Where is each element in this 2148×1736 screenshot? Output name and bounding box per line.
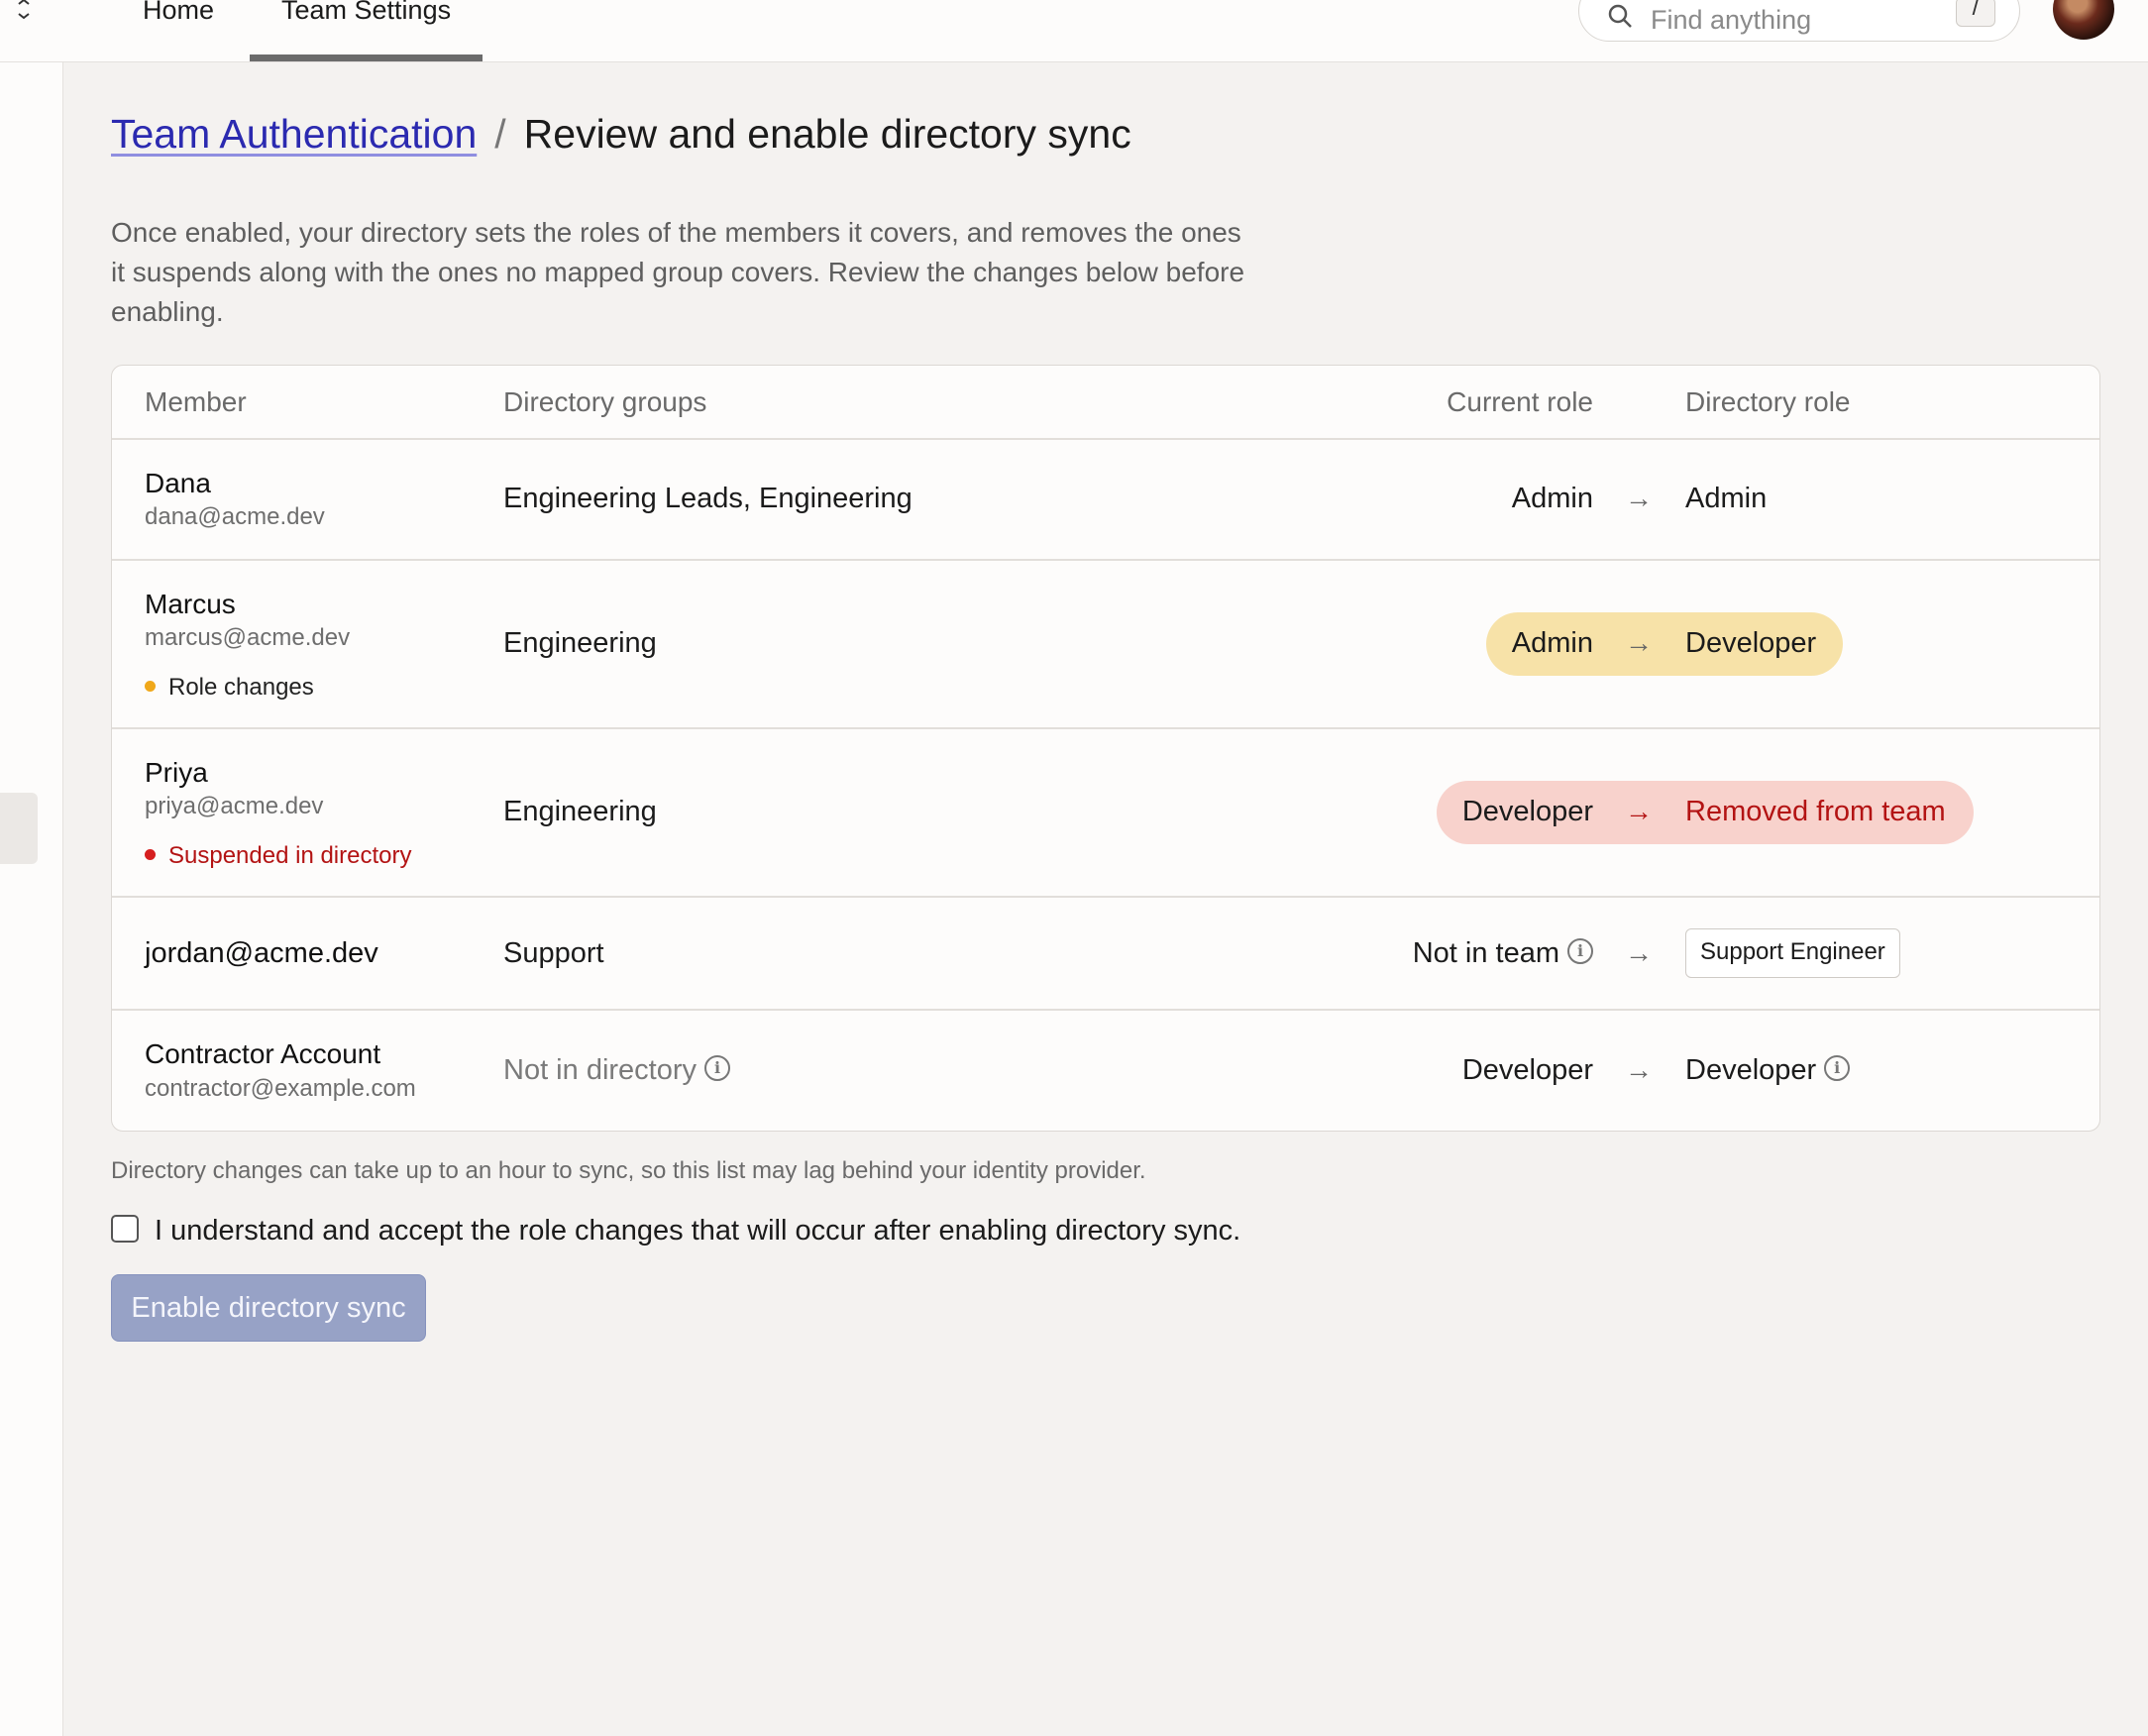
row-divider [112, 559, 2099, 561]
sync-note: Directory changes can take up to an hour… [111, 1157, 1146, 1184]
member-email: contractor@example.com [145, 1075, 416, 1102]
review-table [111, 365, 2100, 1132]
error-dot-icon [145, 849, 156, 861]
member-email: marcus@acme.dev [145, 624, 351, 651]
header-directory-groups: Directory groups [503, 386, 707, 417]
header-directory-role: Directory role [1685, 386, 1851, 417]
confirm-row[interactable]: I understand and accept the role changes… [111, 1215, 1240, 1248]
directory-role: Admin [1685, 483, 1768, 514]
search-input[interactable] [1651, 5, 1928, 35]
confirm-checkbox[interactable] [111, 1215, 139, 1244]
row-divider [112, 727, 2099, 729]
directory-groups: Not in directory i [503, 1054, 731, 1087]
member-name: Priya [145, 757, 208, 788]
status-label: Suspended in directory [168, 842, 412, 869]
avatar[interactable] [2053, 0, 2114, 40]
member-name: Contractor Account [145, 1038, 381, 1069]
arrow-right-icon: → [1625, 796, 1653, 826]
arrow-right-icon: → [1625, 483, 1653, 513]
top-bar: Home Team Settings / [0, 0, 2148, 62]
directory-groups: Engineering [503, 796, 657, 827]
enable-directory-sync-button[interactable]: Enable directory sync [111, 1274, 426, 1342]
info-icon[interactable]: i [1567, 938, 1593, 965]
current-role: Developer [1461, 796, 1593, 827]
member-email: dana@acme.dev [145, 503, 325, 530]
info-icon[interactable]: i [1824, 1055, 1851, 1082]
directory-groups: Engineering [503, 627, 657, 659]
intro-text: Once enabled, your directory sets the ro… [111, 217, 1245, 327]
directory-role: Developer [1685, 627, 1817, 659]
breadcrumb-link-team-authentication[interactable]: Team Authentication [111, 111, 477, 157]
row-divider [112, 1009, 2099, 1011]
arrow-right-icon: → [1625, 937, 1653, 968]
row-divider [112, 896, 2099, 898]
tab-team-settings[interactable]: Team Settings [250, 0, 483, 61]
sidebar-handle[interactable] [0, 793, 38, 864]
member-name: Marcus [145, 589, 236, 619]
member-email: priya@acme.dev [145, 793, 324, 819]
search-icon [1608, 4, 1632, 28]
breadcrumb: Team Authentication / Review and enable di… [111, 111, 1131, 158]
directory-groups: Support [503, 937, 604, 969]
breadcrumb-separator: / [494, 111, 506, 157]
confirm-label[interactable]: I understand and accept the role changes… [155, 1215, 1240, 1247]
arrow-right-icon: → [1625, 1054, 1653, 1085]
header-divider [112, 438, 2099, 440]
status-label: Role changes [168, 674, 314, 701]
status-badge: Suspended in directory [145, 842, 411, 870]
directory-role-chip: Support Engineer [1685, 928, 1900, 978]
header-member: Member [145, 386, 247, 417]
directory-role: Developer i [1685, 1054, 1851, 1087]
arrow-right-icon: → [1625, 627, 1653, 658]
current-role: Admin [1511, 627, 1593, 659]
directory-groups: Engineering Leads, Engineering [503, 483, 913, 514]
warning-dot-icon [145, 681, 156, 693]
sidebar-rail [0, 62, 63, 1736]
current-role: Developer [1461, 1054, 1593, 1086]
member-email: jordan@acme.dev [145, 937, 378, 969]
expand-collapse-icon[interactable] [12, 0, 36, 22]
search-shortcut-key: / [1956, 0, 1995, 27]
current-role: Not in team i [1413, 937, 1593, 970]
info-icon[interactable]: i [704, 1055, 731, 1082]
directory-role: Removed from team [1685, 796, 1946, 827]
current-role: Admin [1511, 483, 1593, 514]
current-role-label: Not in team [1412, 937, 1559, 969]
tab-home[interactable]: Home [111, 0, 246, 61]
member-name: Dana [145, 468, 211, 498]
search-box[interactable]: / [1578, 0, 2020, 42]
status-badge: Role changes [145, 674, 314, 702]
header-current-role: Current role [1447, 386, 1593, 417]
directory-groups-label: Not in directory [503, 1054, 698, 1086]
directory-role-label: Developer [1685, 1054, 1817, 1086]
page-title: Review and enable directory sync [523, 111, 1131, 157]
